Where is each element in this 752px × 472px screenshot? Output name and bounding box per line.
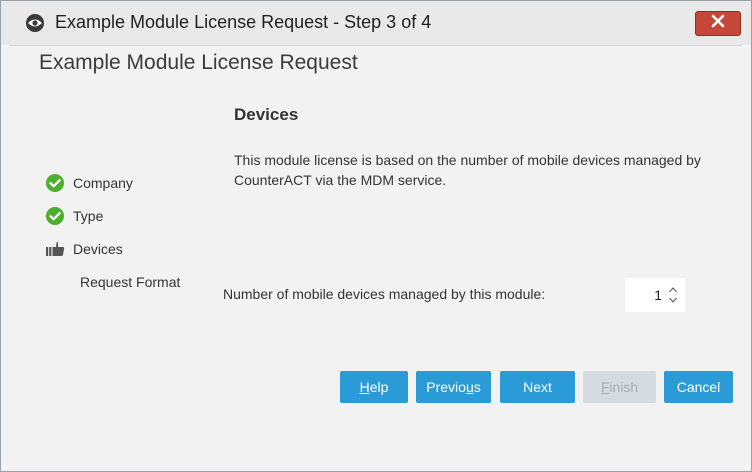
finish-mnemonic: F [600, 379, 610, 395]
step-company: Company [45, 171, 133, 195]
thumbs-up-icon [45, 239, 65, 259]
help-mnemonic: H [359, 379, 370, 395]
close-icon [711, 14, 725, 33]
step-request-format: Request Format [45, 270, 180, 294]
step-label: Company [73, 175, 133, 191]
spinner-arrows-icon[interactable] [668, 285, 678, 305]
previous-button[interactable]: Previo u s [416, 371, 491, 403]
step-label: Type [73, 208, 104, 224]
section-description: This module license is based on the numb… [234, 152, 701, 188]
section-title: Devices [234, 105, 299, 124]
device-count-spinner[interactable]: 1 [625, 278, 685, 312]
step-devices: Devices [45, 237, 123, 261]
check-circle-icon [45, 173, 65, 193]
previous-label-post: s [473, 379, 481, 395]
device-count-label: Number of mobile devices managed by this… [223, 286, 546, 302]
step-label: Devices [73, 241, 123, 257]
license-request-dialog: Example Module License Request - Step 3 … [0, 0, 752, 472]
finish-label-post: inish [609, 379, 639, 395]
cancel-button[interactable]: Cancel [664, 371, 733, 403]
help-label-post: elp [369, 379, 389, 395]
eye-icon [25, 13, 45, 33]
previous-mnemonic: u [465, 379, 474, 395]
title-bar[interactable]: Example Module License Request - Step 3 … [1, 1, 751, 45]
finish-button: Finish [583, 371, 656, 403]
window-title: Example Module License Request - Step 3 … [55, 12, 432, 32]
step-label: Request Format [80, 274, 181, 290]
close-button[interactable] [695, 11, 741, 36]
cancel-label: Cancel [676, 379, 721, 395]
next-button[interactable]: Next [500, 371, 575, 403]
help-button[interactable]: Help [340, 371, 408, 403]
step-type: Type [45, 204, 103, 228]
page-title: Example Module License Request [39, 51, 358, 74]
next-label: Next [523, 379, 552, 395]
check-circle-icon [45, 206, 65, 226]
previous-label-pre: Previo [426, 379, 466, 395]
device-count-value: 1 [654, 287, 662, 303]
